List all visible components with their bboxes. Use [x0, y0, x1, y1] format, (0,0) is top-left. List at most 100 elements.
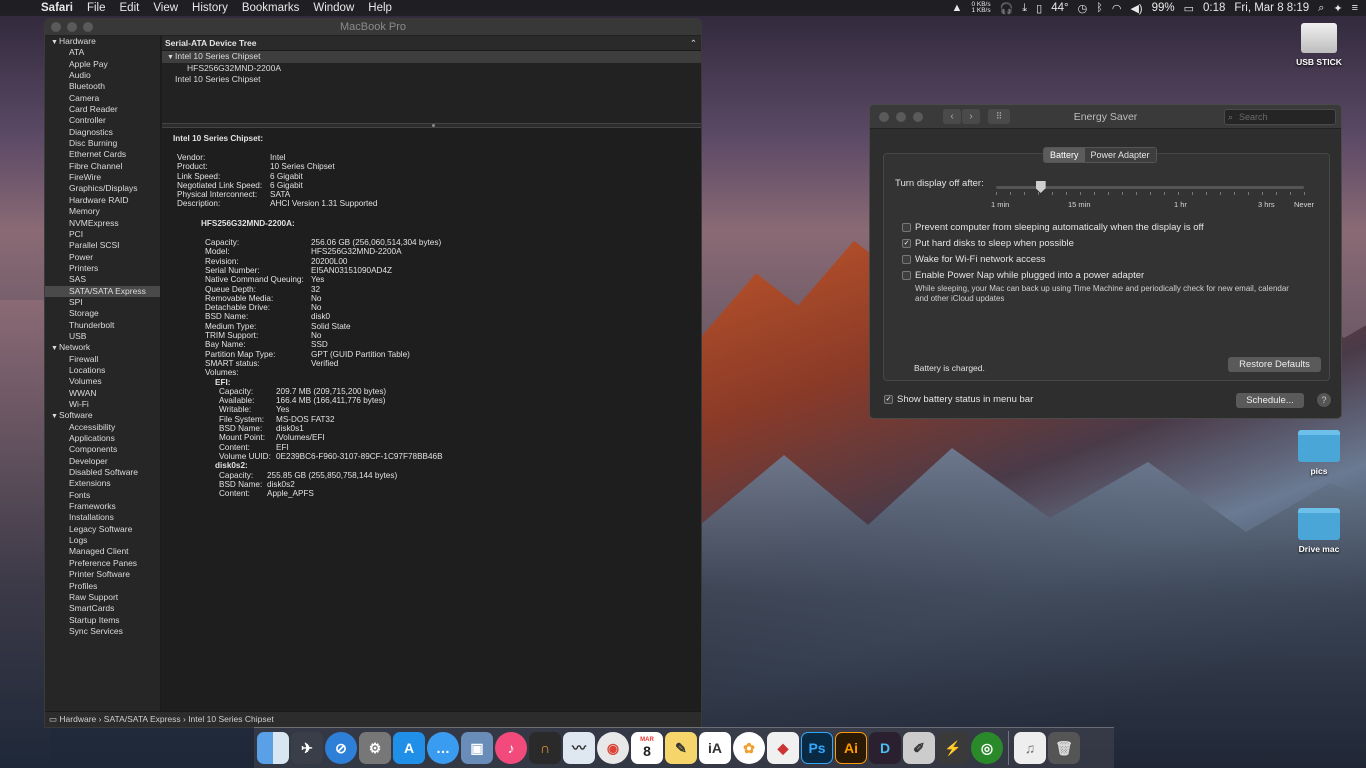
- pixelmator-icon[interactable]: ◆: [767, 732, 799, 764]
- sidebar-item[interactable]: Printers: [45, 263, 160, 274]
- temperature-reading[interactable]: 44°: [1051, 2, 1068, 14]
- display-off-slider[interactable]: [996, 181, 1305, 195]
- battery-percent[interactable]: 99%: [1152, 2, 1175, 14]
- bluetooth-icon[interactable]: ᛒ: [1096, 2, 1103, 14]
- battery-icon[interactable]: ▭: [1184, 2, 1194, 15]
- sidebar-item[interactable]: SmartCards: [45, 603, 160, 614]
- hard-disk-sleep-checkbox[interactable]: ✓ Put hard disks to sleep when possible: [902, 238, 1074, 249]
- script-editor-icon[interactable]: ✐: [903, 732, 935, 764]
- tree-row[interactable]: HFS256G32MND-2200A: [162, 63, 701, 75]
- help-button[interactable]: ?: [1317, 393, 1331, 407]
- tab-battery[interactable]: Battery: [1044, 148, 1085, 162]
- sidebar-item[interactable]: Hardware RAID: [45, 195, 160, 206]
- sidebar-item[interactable]: Extensions: [45, 478, 160, 489]
- calendar-icon[interactable]: MAR 8: [631, 732, 663, 764]
- monitor-icon[interactable]: ▯: [1036, 2, 1042, 15]
- sidebar-item[interactable]: Startup Items: [45, 615, 160, 626]
- menu-window[interactable]: Window: [306, 2, 361, 14]
- disclosure-triangle-icon[interactable]: ▼: [167, 52, 175, 64]
- sidebar-item[interactable]: Sync Services: [45, 626, 160, 637]
- sidebar-item[interactable]: Managed Client: [45, 546, 160, 557]
- sidebar-item[interactable]: Power: [45, 252, 160, 263]
- show-battery-checkbox[interactable]: ✓ Show battery status in menu bar: [884, 394, 1033, 405]
- ia-writer-icon[interactable]: iA: [699, 732, 731, 764]
- sidebar-item[interactable]: SPI: [45, 297, 160, 308]
- pane-splitter[interactable]: [162, 123, 701, 128]
- system-preferences-icon[interactable]: ⚙: [359, 732, 391, 764]
- music-file-icon[interactable]: ♫: [1014, 732, 1046, 764]
- sidebar-item[interactable]: Graphics/Displays: [45, 183, 160, 194]
- globe-app-icon[interactable]: ◎: [971, 732, 1003, 764]
- sidebar-item[interactable]: Components: [45, 444, 160, 455]
- sidebar-item[interactable]: Preference Panes: [45, 558, 160, 569]
- notes-icon[interactable]: ✎: [665, 732, 697, 764]
- sidebar-item[interactable]: FireWire: [45, 172, 160, 183]
- network-utility-icon[interactable]: ⚡: [937, 732, 969, 764]
- download-icon[interactable]: ⤓: [1022, 2, 1027, 15]
- sidebar-category[interactable]: ▼Hardware: [45, 36, 160, 47]
- sidebar-item[interactable]: Ethernet Cards: [45, 149, 160, 160]
- restore-defaults-button[interactable]: Restore Defaults: [1228, 357, 1321, 372]
- tab-power-adapter[interactable]: Power Adapter: [1084, 148, 1156, 162]
- sidebar-item[interactable]: Disc Burning: [45, 138, 160, 149]
- sidebar-item[interactable]: Firewall: [45, 354, 160, 365]
- sidebar-item[interactable]: SATA/SATA Express: [45, 285, 160, 297]
- sidebar-item[interactable]: WWAN: [45, 388, 160, 399]
- clock[interactable]: Fri, Mar 8 8:19: [1234, 2, 1309, 14]
- ui-lock-icon[interactable]: ▲: [952, 2, 963, 14]
- sidebar-category[interactable]: ▼Network: [45, 342, 160, 353]
- sidebar-item[interactable]: Card Reader: [45, 104, 160, 115]
- wake-wifi-checkbox[interactable]: Wake for Wi-Fi network access: [902, 254, 1046, 265]
- sidebar-item[interactable]: Parallel SCSI: [45, 240, 160, 251]
- app-menu[interactable]: Safari: [34, 2, 80, 14]
- headphones-app-icon[interactable]: ∩: [529, 732, 561, 764]
- volume-icon[interactable]: ◀): [1130, 2, 1142, 15]
- sidebar-category[interactable]: ▼Software: [45, 410, 160, 421]
- sidebar-item[interactable]: Raw Support: [45, 592, 160, 603]
- close-button[interactable]: [879, 111, 889, 122]
- disclosure-triangle-icon[interactable]: ▼: [51, 343, 59, 354]
- sidebar-item[interactable]: Memory: [45, 206, 160, 217]
- menu-history[interactable]: History: [185, 2, 235, 14]
- menu-edit[interactable]: Edit: [113, 2, 147, 14]
- zoom-button[interactable]: [913, 111, 923, 122]
- network-speed[interactable]: 0 KB/s 1 KB/s: [971, 1, 990, 14]
- sidebar-item[interactable]: Frameworks: [45, 501, 160, 512]
- sidebar-item[interactable]: Installations: [45, 512, 160, 523]
- finder-icon[interactable]: [257, 732, 289, 764]
- checkbox-icon[interactable]: ✓: [902, 239, 911, 248]
- sidebar-item[interactable]: Audio: [45, 70, 160, 81]
- sidebar-item[interactable]: Bluetooth: [45, 81, 160, 92]
- sidebar-item[interactable]: Fibre Channel: [45, 161, 160, 172]
- illustrator-icon[interactable]: Ai: [835, 732, 867, 764]
- show-all-grid-icon[interactable]: ⠿: [988, 109, 1010, 124]
- device-tree-header[interactable]: Serial-ATA Device Tree ⌃: [162, 36, 701, 51]
- sidebar-item[interactable]: Controller: [45, 115, 160, 126]
- chrome-icon[interactable]: ◉: [597, 732, 629, 764]
- prevent-sleep-checkbox[interactable]: Prevent computer from sleeping automatic…: [902, 222, 1204, 233]
- sidebar-item[interactable]: Legacy Software: [45, 524, 160, 535]
- pics-folder[interactable]: pics: [1296, 430, 1342, 476]
- sidebar-item[interactable]: ATA: [45, 47, 160, 58]
- photoshop-icon[interactable]: Ps: [801, 732, 833, 764]
- itunes-icon[interactable]: ♪: [495, 732, 527, 764]
- notification-center-icon[interactable]: ≡: [1352, 2, 1358, 14]
- breadcrumb-path[interactable]: Hardware › SATA/SATA Express › Intel 10 …: [59, 714, 273, 724]
- usb-stick-drive[interactable]: USB STICK: [1290, 23, 1348, 67]
- menu-view[interactable]: View: [146, 2, 185, 14]
- sidebar-item[interactable]: Developer: [45, 456, 160, 467]
- sidebar-item[interactable]: Locations: [45, 365, 160, 376]
- drive-mac-folder[interactable]: Drive mac: [1290, 508, 1348, 554]
- app-store-icon[interactable]: A: [393, 732, 425, 764]
- diablo-icon[interactable]: D: [869, 732, 901, 764]
- preview-icon[interactable]: ▣: [461, 732, 493, 764]
- search-input[interactable]: ⌕ Search: [1224, 109, 1336, 125]
- sidebar-item[interactable]: USB: [45, 331, 160, 342]
- back-button[interactable]: ‹: [943, 109, 961, 124]
- schedule-button[interactable]: Schedule...: [1236, 393, 1304, 408]
- sidebar-item[interactable]: Applications: [45, 433, 160, 444]
- sidebar-item[interactable]: Storage: [45, 308, 160, 319]
- sidebar-item[interactable]: Wi-Fi: [45, 399, 160, 410]
- sidebar-item[interactable]: Apple Pay: [45, 59, 160, 70]
- menu-file[interactable]: File: [80, 2, 113, 14]
